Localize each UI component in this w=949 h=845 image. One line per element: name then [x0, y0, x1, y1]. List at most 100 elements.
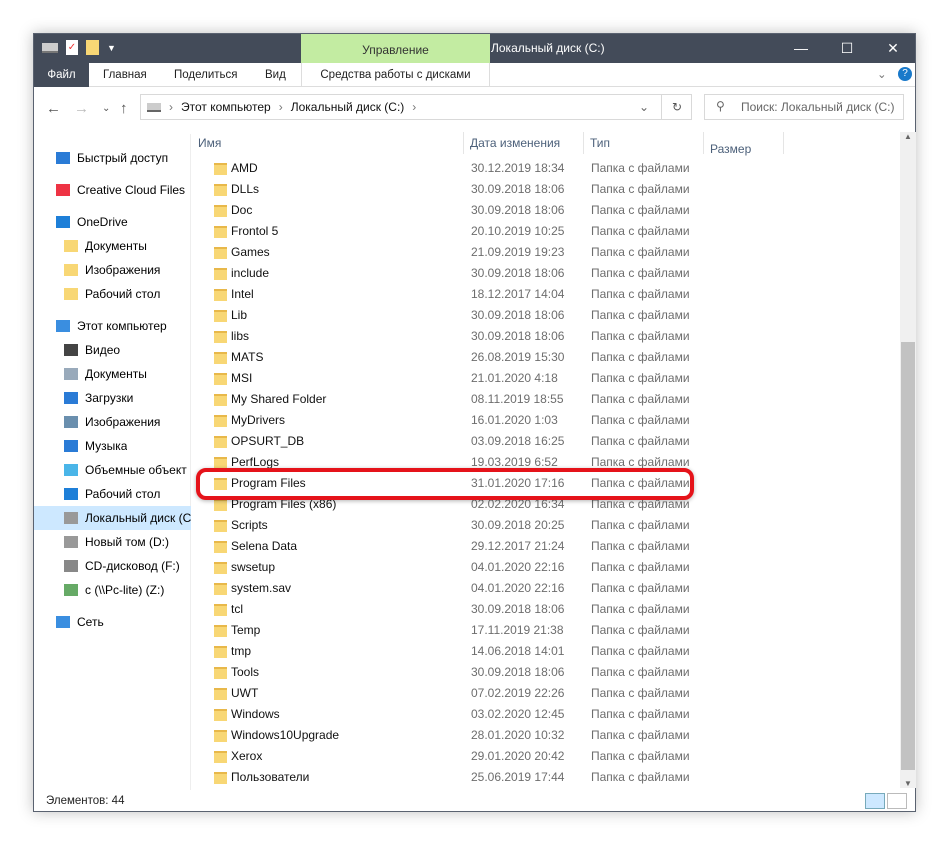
drive-icon: [64, 536, 78, 548]
file-date: 16.01.2020 1:03: [471, 413, 558, 427]
scroll-down-icon[interactable]: ▼: [900, 779, 916, 788]
folder-icon: [214, 646, 227, 658]
vertical-scrollbar[interactable]: ▲ ▼: [900, 132, 916, 788]
folder-icon: [214, 394, 227, 406]
file-row[interactable]: Windows10Upgrade 28.01.2020 10:32 Папка с …: [192, 725, 892, 746]
tab-home[interactable]: Главная: [103, 63, 147, 87]
file-row[interactable]: My Shared Folder 08.11.2019 18:55 Папка с …: [192, 389, 892, 410]
file-row[interactable]: tcl 30.09.2018 18:06 Папка с файлами: [192, 599, 892, 620]
forward-icon[interactable]: →: [74, 100, 89, 117]
file-row[interactable]: MyDrivers 16.01.2020 1:03 Папка с файлами: [192, 410, 892, 431]
sidebar-item[interactable]: Локальный диск (C: [34, 506, 191, 530]
address-dropdown-icon[interactable]: ⌄: [639, 100, 649, 114]
drive-icon: [64, 512, 78, 524]
maximize-button[interactable]: ☐: [824, 34, 870, 63]
scrollbar-thumb[interactable]: [901, 342, 915, 770]
file-row[interactable]: DLLs 30.09.2018 18:06 Папка с файлами: [192, 179, 892, 200]
column-name[interactable]: Имя: [192, 132, 464, 154]
breadcrumb-local-disk[interactable]: Локальный диск (C:): [291, 100, 405, 114]
file-row[interactable]: Xerox 29.01.2020 20:42 Папка с файлами: [192, 746, 892, 767]
file-row[interactable]: AMD 30.12.2019 18:34 Папка с файлами: [192, 158, 892, 179]
details-view-button[interactable]: [865, 793, 885, 809]
file-row[interactable]: Selena Data 29.12.2017 21:24 Папка с файла…: [192, 536, 892, 557]
search-input[interactable]: Поиск: Локальный диск (C:): [704, 94, 904, 120]
expand-ribbon-icon[interactable]: ⌄: [877, 63, 887, 87]
file-row[interactable]: Windows 03.02.2020 12:45 Папка с файлами: [192, 704, 892, 725]
folder-icon: [214, 373, 227, 385]
file-row[interactable]: Games 21.09.2019 19:23 Папка с файлами: [192, 242, 892, 263]
file-row[interactable]: Intel 18.12.2017 14:04 Папка с файлами: [192, 284, 892, 305]
close-button[interactable]: ✕: [870, 34, 916, 63]
file-row[interactable]: system.sav 04.01.2020 22:16 Папка с файлам…: [192, 578, 892, 599]
help-icon[interactable]: ?: [898, 67, 912, 81]
folder-icon: [214, 310, 227, 322]
tab-view[interactable]: Вид: [265, 63, 286, 87]
scroll-up-icon[interactable]: ▲: [900, 132, 916, 146]
sidebar-item[interactable]: Документы: [64, 362, 147, 386]
sidebar-item[interactable]: Creative Cloud Files: [56, 178, 185, 202]
tab-drive-tools[interactable]: Средства работы с дисками: [301, 63, 490, 87]
sidebar-item[interactable]: Рабочий стол: [64, 282, 160, 306]
properties-icon[interactable]: ✓: [66, 40, 78, 55]
file-row[interactable]: UWT 07.02.2019 22:26 Папка с файлами: [192, 683, 892, 704]
file-row[interactable]: MSI 21.01.2020 4:18 Папка с файлами: [192, 368, 892, 389]
column-size[interactable]: Размер: [704, 132, 784, 156]
file-name: include: [231, 266, 270, 280]
tab-share[interactable]: Поделиться: [174, 63, 238, 87]
minimize-button[interactable]: —: [778, 34, 824, 63]
back-icon[interactable]: ←: [46, 100, 61, 117]
folder-icon: [214, 163, 227, 175]
file-row[interactable]: tmp 14.06.2018 14:01 Папка с файлами: [192, 641, 892, 662]
file-date: 30.09.2018 18:06: [471, 308, 565, 322]
recent-dropdown-icon[interactable]: ⌄: [102, 103, 110, 114]
sidebar-item[interactable]: Изображения: [64, 410, 160, 434]
address-bar[interactable]: › Этот компьютер › Локальный диск (C:) ›…: [140, 94, 692, 120]
refresh-button[interactable]: ↻: [661, 94, 692, 120]
file-name: Windows: [231, 707, 280, 721]
customize-dropdown-icon[interactable]: ▼: [107, 43, 116, 53]
file-row[interactable]: Tools 30.09.2018 18:06 Папка с файлами: [192, 662, 892, 683]
creative-cloud-icon: [56, 184, 70, 196]
file-row[interactable]: swsetup 04.01.2020 22:16 Папка с файлами: [192, 557, 892, 578]
sidebar-item[interactable]: OneDrive: [56, 210, 128, 234]
sidebar-item[interactable]: Изображения: [64, 258, 160, 282]
column-date[interactable]: Дата изменения: [464, 132, 584, 154]
file-row[interactable]: Temp 17.11.2019 21:38 Папка с файлами: [192, 620, 892, 641]
file-row[interactable]: include 30.09.2018 18:06 Папка с файлами: [192, 263, 892, 284]
file-row[interactable]: Lib 30.09.2018 18:06 Папка с файлами: [192, 305, 892, 326]
sidebar-item[interactable]: Загрузки: [64, 386, 133, 410]
folder-icon: [214, 688, 227, 700]
sidebar-item[interactable]: Музыка: [64, 434, 127, 458]
file-row[interactable]: Frontol 5 20.10.2019 10:25 Папка с файлами: [192, 221, 892, 242]
file-date: 18.12.2017 14:04: [471, 287, 565, 301]
file-row[interactable]: Doc 30.09.2018 18:06 Папка с файлами: [192, 200, 892, 221]
up-icon[interactable]: ↑: [120, 100, 128, 117]
drive-icon: [147, 102, 161, 112]
sidebar-item[interactable]: Новый том (D:): [64, 530, 169, 554]
sidebar-item[interactable]: c (\\Pc-lite) (Z:): [64, 578, 164, 602]
file-row[interactable]: libs 30.09.2018 18:06 Папка с файлами: [192, 326, 892, 347]
large-icons-view-button[interactable]: [887, 793, 907, 809]
new-folder-icon[interactable]: [86, 40, 99, 55]
file-row[interactable]: MATS 26.08.2019 15:30 Папка с файлами: [192, 347, 892, 368]
sidebar-item[interactable]: Объемные объект: [64, 458, 187, 482]
file-row[interactable]: OPSURT_DB 03.09.2018 16:25 Папка с файлами: [192, 431, 892, 452]
breadcrumb-this-pc[interactable]: Этот компьютер: [181, 100, 271, 114]
sidebar-item[interactable]: Сеть: [56, 610, 104, 634]
sidebar-item[interactable]: CD-дисковод (F:): [64, 554, 180, 578]
sidebar-item[interactable]: Документы: [64, 234, 147, 258]
file-name: Tools: [231, 665, 260, 679]
tab-file[interactable]: Файл: [34, 63, 89, 87]
file-row[interactable]: Scripts 30.09.2018 20:25 Папка с файлами: [192, 515, 892, 536]
sidebar-item[interactable]: Рабочий стол: [64, 482, 160, 506]
sidebar-item[interactable]: Быстрый доступ: [56, 146, 168, 170]
3d-icon: [64, 464, 78, 476]
sidebar-item[interactable]: Этот компьютер: [56, 314, 167, 338]
sidebar-item[interactable]: Видео: [64, 338, 120, 362]
column-type[interactable]: Тип: [584, 132, 704, 154]
file-name: system.sav: [231, 581, 292, 595]
folder-icon: [214, 562, 227, 574]
file-row[interactable]: Пользователи 25.06.2019 17:44 Папка с файл…: [192, 767, 892, 788]
folder-icon: [214, 709, 227, 721]
column-headers: Имя Дата изменения Тип Размер: [192, 132, 900, 156]
